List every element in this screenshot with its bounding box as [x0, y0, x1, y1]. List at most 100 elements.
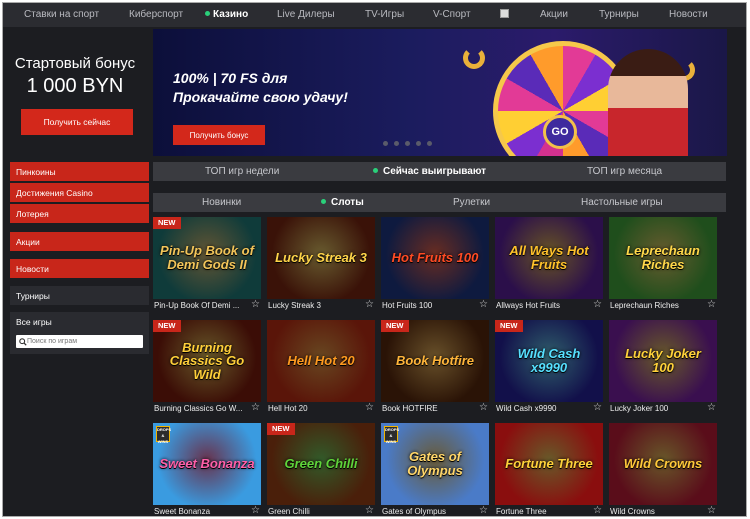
game-tile[interactable]: Fortune Three Fortune Three ☆: [495, 423, 603, 516]
game-name[interactable]: Hell Hot 20: [268, 404, 360, 413]
new-badge: NEW: [153, 217, 181, 229]
game-name[interactable]: Lucky Streak 3: [268, 301, 360, 310]
sidebar-item-achievements[interactable]: Достижения Casino: [10, 183, 149, 202]
game-tile[interactable]: Hell Hot 20 Hell Hot 20 ☆: [267, 320, 375, 418]
favorite-star-icon[interactable]: ☆: [365, 402, 374, 413]
game-thumbnail[interactable]: Green Chilli NEW: [267, 423, 375, 505]
game-tile[interactable]: Wild Crowns Wild Crowns ☆: [609, 423, 717, 516]
favorite-star-icon[interactable]: ☆: [365, 299, 374, 310]
favorite-star-icon[interactable]: ☆: [593, 402, 602, 413]
game-thumbnail[interactable]: Gates of Olympus DROPS & WINS: [381, 423, 489, 505]
favorite-star-icon[interactable]: ☆: [365, 505, 374, 516]
game-thumbnail[interactable]: Lucky Joker 100: [609, 320, 717, 402]
game-name[interactable]: Fortune Three: [496, 507, 588, 516]
game-name[interactable]: Lucky Joker 100: [610, 404, 702, 413]
game-thumbnail[interactable]: Fortune Three: [495, 423, 603, 505]
game-logo-text: Green Chilli: [284, 456, 358, 472]
game-name[interactable]: Leprechaun Riches: [610, 301, 702, 310]
banner-pagination[interactable]: [383, 141, 432, 146]
game-name[interactable]: Gates of Olympus: [382, 507, 474, 516]
favorite-star-icon[interactable]: ☆: [707, 299, 716, 310]
game-thumbnail[interactable]: Sweet Bonanza DROPS & WINS: [153, 423, 261, 505]
game-name[interactable]: Sweet Bonanza: [154, 507, 246, 516]
game-logo-text: Burning Classics Go Wild: [169, 339, 245, 382]
tab-table-games[interactable]: Настольные игры: [581, 197, 663, 208]
tab-slots[interactable]: Слоты: [321, 197, 364, 208]
game-name[interactable]: Hot Fruits 100: [382, 301, 474, 310]
game-thumbnail[interactable]: Wild Cash x9990 NEW: [495, 320, 603, 402]
sidebar-item-tournaments[interactable]: Турниры: [10, 286, 149, 305]
favorite-star-icon[interactable]: ☆: [251, 505, 260, 516]
sidebar-item-lottery[interactable]: Лотерея: [10, 204, 149, 223]
game-thumbnail[interactable]: Lucky Streak 3: [267, 217, 375, 299]
nav-news[interactable]: Новости: [669, 9, 708, 20]
favorite-star-icon[interactable]: ☆: [707, 505, 716, 516]
game-tile[interactable]: Hot Fruits 100 Hot Fruits 100 ☆: [381, 217, 489, 315]
game-tile[interactable]: Book Hotfire NEW Book HOTFIRE ☆: [381, 320, 489, 418]
game-tile[interactable]: Sweet Bonanza DROPS & WINS Sweet Bonanza ☆: [153, 423, 261, 516]
game-thumbnail[interactable]: All Ways Hot Fruits: [495, 217, 603, 299]
sidebar-item-promotions[interactable]: Акции: [10, 232, 149, 251]
nav-live-dealers[interactable]: Live Дилеры: [277, 9, 335, 20]
game-thumbnail[interactable]: Leprechaun Riches: [609, 217, 717, 299]
tab-winning-now[interactable]: Сейчас выигрывают: [373, 166, 486, 177]
game-thumbnail[interactable]: Burning Classics Go Wild NEW: [153, 320, 261, 402]
nav-sports[interactable]: Ставки на спорт: [24, 9, 99, 20]
nav-casino[interactable]: Казино: [205, 9, 248, 20]
favorite-star-icon[interactable]: ☆: [479, 505, 488, 516]
favorite-star-icon[interactable]: ☆: [593, 505, 602, 516]
tab-winning-now-label: Сейчас выигрывают: [383, 166, 487, 177]
game-tile[interactable]: Leprechaun Riches Leprechaun Riches ☆: [609, 217, 717, 315]
starter-bonus: Стартовый бонус 1 000 BYN: [7, 55, 143, 98]
game-name[interactable]: Burning Classics Go W...: [154, 404, 246, 413]
game-thumbnail[interactable]: Hot Fruits 100: [381, 217, 489, 299]
banner-subheadline: Прокачайте свою удачу!: [173, 89, 348, 105]
game-thumbnail[interactable]: Pin-Up Book of Demi Gods II NEW: [153, 217, 261, 299]
favorite-star-icon[interactable]: ☆: [593, 299, 602, 310]
game-tile[interactable]: All Ways Hot Fruits Allways Hot Fruits ☆: [495, 217, 603, 315]
game-name[interactable]: Book HOTFIRE: [382, 404, 474, 413]
tab-top-month[interactable]: ТОП игр месяца: [587, 166, 662, 177]
drops-wins-badge: DROPS & WINS: [384, 426, 400, 444]
favorite-star-icon[interactable]: ☆: [251, 402, 260, 413]
active-dot-icon: [373, 168, 378, 173]
nav-promotions[interactable]: Акции: [540, 9, 568, 20]
nav-v-sport[interactable]: V-Спорт: [433, 9, 471, 20]
favorite-star-icon[interactable]: ☆: [251, 299, 260, 310]
game-thumbnail[interactable]: Hell Hot 20: [267, 320, 375, 402]
game-tile[interactable]: Lucky Joker 100 Lucky Joker 100 ☆: [609, 320, 717, 418]
all-games-label: Все игры: [16, 317, 52, 327]
get-bonus-button[interactable]: Получить бонус: [173, 125, 265, 145]
game-logo-text: All Ways Hot Fruits: [509, 243, 589, 272]
game-tile[interactable]: Burning Classics Go Wild NEW Burning Class…: [153, 320, 261, 418]
promo-banner[interactable]: GO 100% | 70 FS для Прокачайте свою удач…: [153, 29, 727, 156]
nav-tv-games[interactable]: TV-Игры: [365, 9, 404, 20]
game-thumbnail[interactable]: Wild Crowns: [609, 423, 717, 505]
game-name[interactable]: Pin-Up Book Of Demi ...: [154, 301, 246, 310]
drops-wins-badge: DROPS & WINS: [156, 426, 172, 444]
game-tile[interactable]: Pin-Up Book of Demi Gods II NEW Pin-Up Boo…: [153, 217, 261, 315]
game-thumbnail[interactable]: Book Hotfire NEW: [381, 320, 489, 402]
favorite-star-icon[interactable]: ☆: [479, 299, 488, 310]
search-icon: [19, 337, 27, 346]
game-tile[interactable]: Wild Cash x9990 NEW Wild Cash x9990 ☆: [495, 320, 603, 418]
tab-top-week[interactable]: ТОП игр недели: [205, 166, 279, 177]
tab-roulette[interactable]: Рулетки: [453, 197, 490, 208]
game-search-input[interactable]: [27, 338, 137, 345]
game-name[interactable]: Green Chilli: [268, 507, 360, 516]
nav-tournaments[interactable]: Турниры: [599, 9, 639, 20]
sidebar-item-pincoins[interactable]: Пинкоины: [10, 162, 149, 181]
game-logo-text: Wild Cash x9990: [517, 346, 581, 375]
game-tile[interactable]: Lucky Streak 3 Lucky Streak 3 ☆: [267, 217, 375, 315]
game-name[interactable]: Wild Crowns: [610, 507, 702, 516]
sidebar-item-news[interactable]: Новости: [10, 259, 149, 278]
favorite-star-icon[interactable]: ☆: [479, 402, 488, 413]
game-tile[interactable]: Green Chilli NEW Green Chilli ☆: [267, 423, 375, 516]
game-name[interactable]: Wild Cash x9990: [496, 404, 588, 413]
game-name[interactable]: Allways Hot Fruits: [496, 301, 588, 310]
game-tile[interactable]: Gates of Olympus DROPS & WINS Gates of Oly…: [381, 423, 489, 516]
favorite-star-icon[interactable]: ☆: [707, 402, 716, 413]
tab-new[interactable]: Новинки: [202, 197, 241, 208]
get-bonus-now-button[interactable]: Получить сейчас: [21, 109, 133, 135]
nav-esports[interactable]: Киберспорт: [129, 9, 183, 20]
